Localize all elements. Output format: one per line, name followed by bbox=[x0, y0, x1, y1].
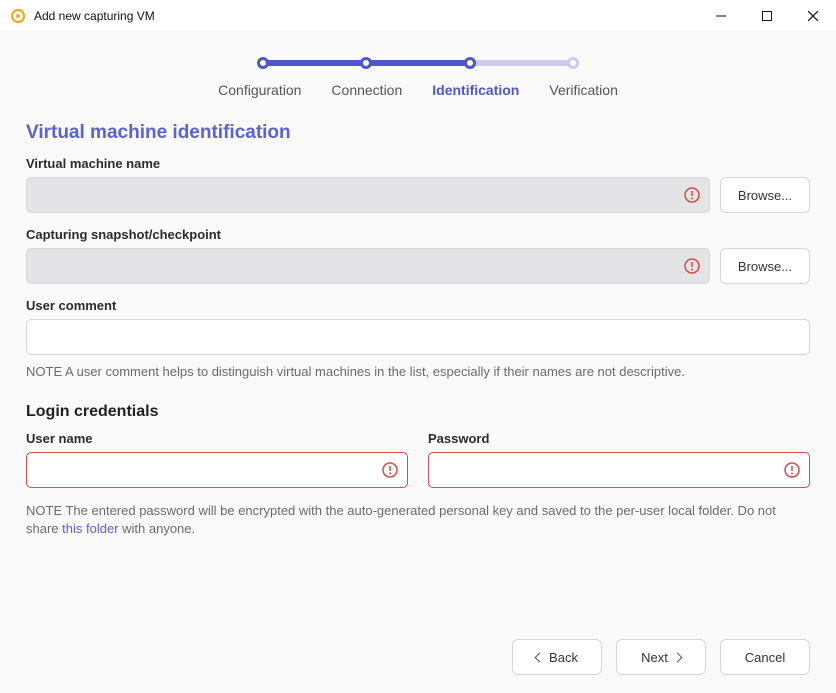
back-button[interactable]: Back bbox=[512, 639, 602, 675]
username-label: User name bbox=[26, 431, 408, 446]
step-label-identification: Identification bbox=[432, 82, 519, 98]
vm-name-browse-button[interactable]: Browse... bbox=[720, 177, 810, 213]
comment-input[interactable] bbox=[26, 319, 810, 355]
step-dot-verification bbox=[567, 57, 579, 69]
footer: Back Next Cancel bbox=[0, 623, 836, 693]
step-dot-configuration bbox=[257, 57, 269, 69]
snapshot-label: Capturing snapshot/checkpoint bbox=[26, 227, 810, 242]
vm-name-label: Virtual machine name bbox=[26, 156, 810, 171]
step-label-connection: Connection bbox=[331, 82, 402, 98]
snapshot-browse-button[interactable]: Browse... bbox=[720, 248, 810, 284]
username-input[interactable] bbox=[26, 452, 408, 488]
password-label: Password bbox=[428, 431, 810, 446]
window-title: Add new capturing VM bbox=[34, 9, 698, 23]
minimize-button[interactable] bbox=[698, 0, 744, 32]
chevron-left-icon bbox=[535, 652, 545, 662]
cancel-button[interactable]: Cancel bbox=[720, 639, 810, 675]
password-input[interactable] bbox=[428, 452, 810, 488]
close-button[interactable] bbox=[790, 0, 836, 32]
step-dot-connection bbox=[360, 57, 372, 69]
chevron-right-icon bbox=[672, 652, 682, 662]
maximize-button[interactable] bbox=[744, 0, 790, 32]
app-icon bbox=[10, 8, 26, 24]
window-controls bbox=[698, 0, 836, 31]
titlebar: Add new capturing VM bbox=[0, 0, 836, 32]
section-heading-vm: Virtual machine identification bbox=[26, 122, 810, 144]
comment-note: NOTE A user comment helps to distinguish… bbox=[26, 363, 810, 381]
snapshot-input[interactable] bbox=[26, 248, 710, 284]
next-button[interactable]: Next bbox=[616, 639, 706, 675]
stepper: Configuration Connection Identification … bbox=[0, 32, 836, 108]
this-folder-link[interactable]: this folder bbox=[62, 521, 118, 536]
vm-name-input[interactable] bbox=[26, 177, 710, 213]
comment-label: User comment bbox=[26, 298, 810, 313]
password-note: NOTE The entered password will be encryp… bbox=[26, 502, 810, 538]
section-heading-login: Login credentials bbox=[26, 403, 810, 421]
step-label-verification: Verification bbox=[549, 82, 617, 98]
step-label-configuration: Configuration bbox=[218, 82, 301, 98]
step-dot-identification bbox=[464, 57, 476, 69]
